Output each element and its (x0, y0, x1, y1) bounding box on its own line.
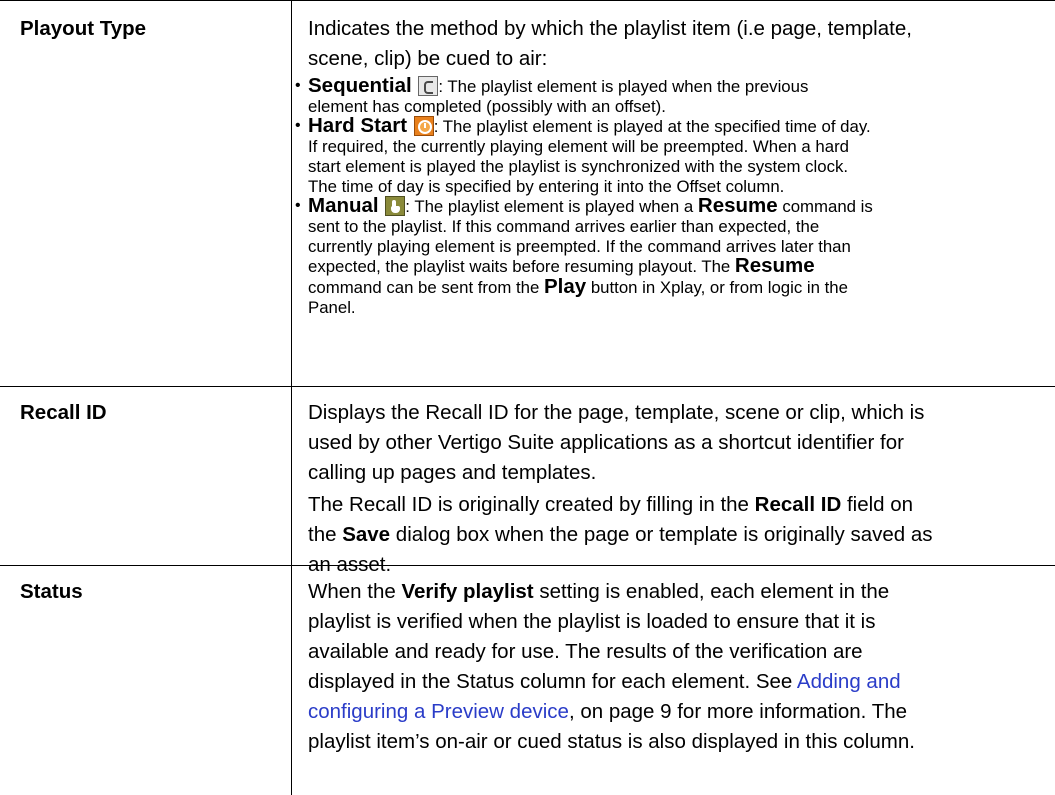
list-item-manual: • Manual : The playlist element is playe… (295, 194, 873, 317)
row-label-recall-id: Recall ID (20, 401, 107, 424)
list-item-sequential: • Sequential : The playlist element is p… (295, 74, 809, 116)
row-label-playout-type: Playout Type (20, 17, 147, 40)
column-divider (291, 0, 292, 795)
manual-hand-icon (385, 196, 406, 217)
list-item-hard-start: • Hard Start : The playlist element is p… (295, 114, 871, 196)
definition-table: Playout Type Indicates the method by whi… (0, 0, 1055, 795)
preview-device-link[interactable]: Adding and (797, 670, 901, 693)
table-top-border (0, 0, 1055, 1)
hard-start-clock-icon (413, 116, 434, 137)
playout-type-intro: Indicates the method by which the playli… (308, 17, 912, 70)
preview-device-link-continued[interactable]: configuring a Preview device (308, 700, 569, 723)
sequential-icon (418, 76, 439, 96)
row-divider (0, 386, 1055, 387)
row-label-status: Status (20, 580, 83, 603)
playout-type-list: • Sequential : The playlist element is p… (295, 74, 1053, 317)
recall-id-description: Displays the Recall ID for the page, tem… (308, 401, 933, 576)
status-description: When the Verify playlist setting is enab… (308, 580, 915, 753)
